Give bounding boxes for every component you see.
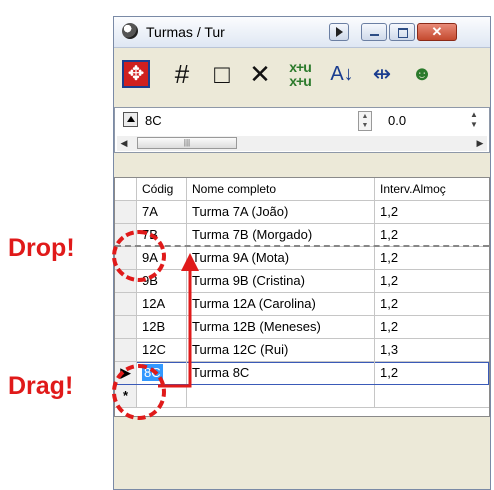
cell-code[interactable]: 12C (137, 339, 187, 361)
minimize-button[interactable] (361, 23, 387, 41)
horizontal-scrollbar[interactable]: ◀ ||| ▶ (117, 136, 487, 151)
scroll-thumb[interactable]: ||| (137, 137, 237, 149)
drop-circle (112, 230, 166, 282)
cell-code[interactable]: 12A (137, 293, 187, 315)
title-bar[interactable]: Turmas / Tur ✕ (114, 17, 490, 48)
delete-icon[interactable]: ✕ (244, 58, 276, 90)
new-cell-interval[interactable] (375, 385, 489, 407)
new-cell-name[interactable] (187, 385, 375, 407)
columns-icon[interactable]: ⇹ (366, 58, 398, 90)
users-icon[interactable]: ☻ (406, 58, 438, 90)
scroll-left-icon[interactable]: ◀ (117, 136, 131, 151)
play-button[interactable] (329, 23, 349, 41)
cell-name[interactable]: Turma 12B (Meneses) (187, 316, 375, 338)
record-panel: 8C ▲ ▼ 0.0 ▲ ▼ ◀ ||| ▶ (114, 107, 490, 153)
row-selector[interactable] (115, 316, 137, 338)
numeric-spinner[interactable]: ▲ ▼ (358, 111, 372, 131)
cell-interval[interactable]: 1,2 (375, 247, 489, 269)
column-header-name[interactable]: Nome completo (187, 178, 375, 200)
cell-name[interactable]: Turma 9A (Mota) (187, 247, 375, 269)
cell-interval[interactable]: 1,2 (375, 201, 489, 223)
cell-code[interactable]: 12B (137, 316, 187, 338)
table-row[interactable]: 12C Turma 12C (Rui) 1,3 (115, 339, 489, 362)
row-selector[interactable] (115, 293, 137, 315)
cell-interval[interactable]: 1,2 (375, 362, 489, 384)
drop-label: Drop! (8, 234, 75, 262)
window-title: Turmas / Tur (146, 24, 225, 40)
grid-icon[interactable]: # (166, 58, 198, 90)
recalculate-icon[interactable]: x+u x+u (284, 60, 316, 92)
cell-interval[interactable]: 1,3 (375, 339, 489, 361)
cell-name[interactable]: Turma 9B (Cristina) (187, 270, 375, 292)
drag-circle (112, 364, 166, 420)
cell-interval[interactable]: 1,2 (375, 316, 489, 338)
cell-interval[interactable]: 1,2 (375, 270, 489, 292)
cell-interval[interactable]: 1,2 (375, 224, 489, 246)
grid-header: Códig Nome completo Interv.Almoç (115, 178, 489, 201)
table-row-selected[interactable]: ▶ 8C Turma 8C 1,2 (115, 362, 489, 385)
table-row[interactable]: 7A Turma 7A (João) 1,2 (115, 201, 489, 224)
toolbar: ✥ # □ ✕ x+u x+u A↓ ⇹ ☻ (114, 48, 490, 104)
table-row[interactable]: 12B Turma 12B (Meneses) 1,2 (115, 316, 489, 339)
new-document-icon[interactable]: □ (206, 58, 238, 90)
data-grid: Códig Nome completo Interv.Almoç 7A Turm… (114, 177, 490, 417)
scroll-right-icon[interactable]: ▶ (473, 136, 487, 151)
row-selector[interactable] (115, 339, 137, 361)
column-header-code[interactable]: Códig (137, 178, 187, 200)
turmas-window: Turmas / Tur ✕ ✥ # □ ✕ x+u x+u A↓ ⇹ ☻ 8C … (113, 16, 491, 490)
panel-scroll-arrows[interactable]: ▲ ▼ (469, 110, 479, 132)
cell-name[interactable]: Turma 8C (187, 362, 375, 384)
new-row[interactable]: * (115, 385, 489, 408)
app-icon (122, 23, 138, 39)
header-corner (115, 178, 137, 200)
numeric-field[interactable]: 0.0 (388, 113, 406, 128)
maximize-button[interactable] (389, 23, 415, 41)
table-row[interactable]: 12A Turma 12A (Carolina) 1,2 (115, 293, 489, 316)
move-icon[interactable]: ✥ (122, 60, 150, 88)
table-row[interactable]: 9B Turma 9B (Cristina) 1,2 (115, 270, 489, 293)
cell-name[interactable]: Turma 12C (Rui) (187, 339, 375, 361)
table-row[interactable]: 9A Turma 9A (Mota) 1,2 (115, 247, 489, 270)
code-field[interactable]: 8C (145, 113, 162, 128)
cell-name[interactable]: Turma 7B (Morgado) (187, 224, 375, 246)
cell-interval[interactable]: 1,2 (375, 293, 489, 315)
column-header-interval[interactable]: Interv.Almoç (375, 178, 489, 200)
table-row[interactable]: 7B Turma 7B (Morgado) 1,2 (115, 224, 489, 247)
sort-icon[interactable]: A↓ (326, 58, 358, 90)
cell-name[interactable]: Turma 12A (Carolina) (187, 293, 375, 315)
close-button[interactable]: ✕ (417, 23, 457, 41)
collapse-up-button[interactable] (123, 112, 138, 127)
row-selector[interactable] (115, 201, 137, 223)
drag-label: Drag! (8, 372, 74, 400)
cell-code[interactable]: 7A (137, 201, 187, 223)
cell-name[interactable]: Turma 7A (João) (187, 201, 375, 223)
